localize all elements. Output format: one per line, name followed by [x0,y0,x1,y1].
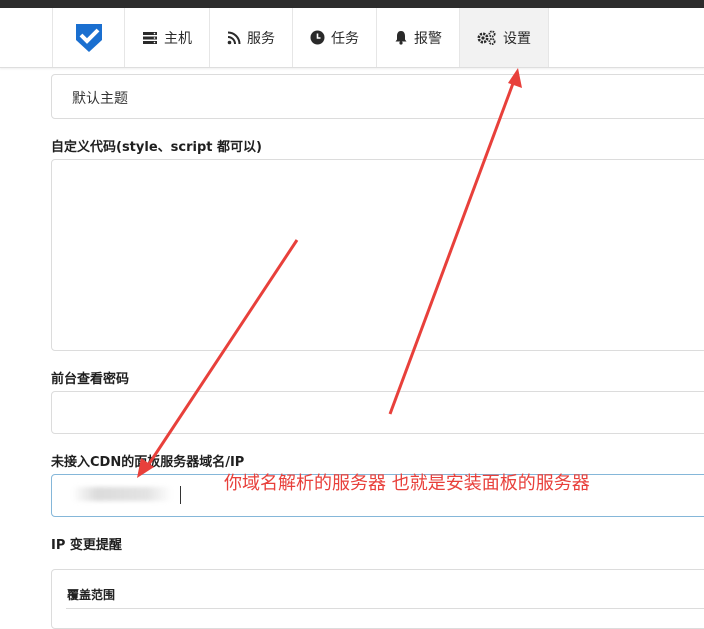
bell-icon [395,31,407,45]
frontend-password-input[interactable] [51,391,704,434]
coverage-label: 覆盖范围 [67,588,116,602]
nav-item-settings[interactable]: 设置 [460,8,549,67]
text-cursor [180,486,181,504]
nav-item-services[interactable]: 服务 [210,8,293,67]
rss-icon [227,31,241,44]
coverage-input-border[interactable] [66,608,704,609]
ip-change-label: IP 变更提醒 [51,538,122,553]
annotation-text: 你域名解析的服务器 也就是安装面板的服务器 [224,473,590,494]
nav-item-alerts[interactable]: 报警 [377,8,460,67]
window-top-strip [0,0,704,8]
theme-select[interactable]: 默认主题 [51,74,704,119]
custom-code-textarea[interactable] [51,159,704,351]
custom-code-label: 自定义代码(style、script 都可以) [51,140,262,155]
panel-ip-label: 未接入CDN的面板服务器域名/IP [51,455,245,470]
shield-check-icon [75,23,102,52]
nav-item-tasks[interactable]: 任务 [293,8,377,67]
app-logo[interactable] [52,8,125,67]
ip-change-segment: 覆盖范围 [51,569,704,629]
nav-item-hosts[interactable]: 主机 [125,8,210,67]
clock-icon [310,30,325,45]
nav-label-tasks: 任务 [331,30,359,47]
theme-select-value: 默认主题 [72,91,128,107]
nav-label-hosts: 主机 [164,30,192,47]
gears-icon [477,30,496,45]
nav-label-alerts: 报警 [414,30,442,47]
top-navbar: 主机 服务 任务 报警 设置 [0,8,704,68]
redacted-ip-value [72,487,172,501]
nav-label-services: 服务 [247,30,275,47]
nav-label-settings: 设置 [503,30,531,47]
frontend-password-label: 前台查看密码 [51,372,130,387]
server-icon [143,31,157,44]
